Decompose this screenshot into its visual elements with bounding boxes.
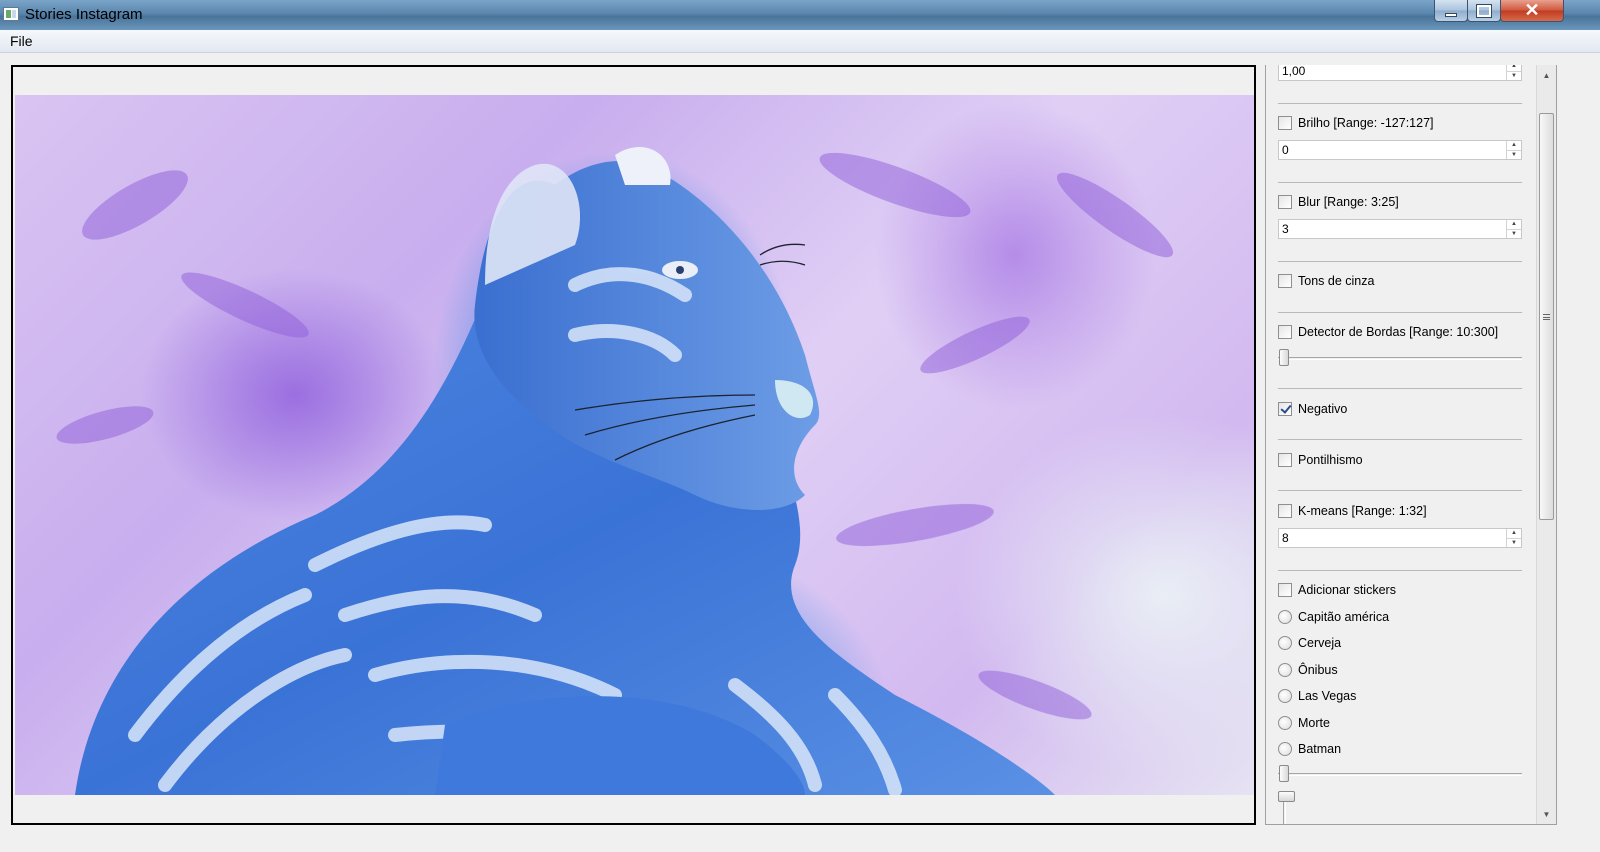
minimize-icon <box>1445 12 1457 17</box>
minimize-button[interactable] <box>1434 0 1468 22</box>
kmeans-spinbox-value: 8 <box>1282 531 1289 545</box>
kmeans-checkbox[interactable] <box>1278 504 1292 518</box>
slider-handle[interactable] <box>1279 349 1289 366</box>
divider <box>1278 439 1522 440</box>
menu-bar: File <box>0 30 1600 53</box>
image-preview-panel <box>11 65 1256 825</box>
vertical-scrollbar[interactable]: ▲ ▼ <box>1536 65 1556 824</box>
scroll-up-icon[interactable]: ▲ <box>1537 67 1556 84</box>
tons-de-cinza-checkbox[interactable] <box>1278 274 1292 288</box>
sticker-option-label: Batman <box>1298 742 1342 756</box>
bordas-slider[interactable] <box>1278 349 1522 367</box>
bordas-row: Detector de Bordas [Range: 10:300] <box>1278 323 1498 341</box>
pontilhismo-row: Pontilhismo <box>1278 451 1363 469</box>
sticker-radio-capitao[interactable]: Capitão américa <box>1278 608 1389 626</box>
stickers-checkbox[interactable] <box>1278 583 1292 597</box>
blur-spinbox-value: 3 <box>1282 222 1289 236</box>
radio-button[interactable] <box>1278 742 1292 756</box>
brilho-row: Brilho [Range: -127:127] <box>1278 114 1434 132</box>
spin-down-icon[interactable]: ▼ <box>1507 150 1521 159</box>
pontilhismo-checkbox[interactable] <box>1278 453 1292 467</box>
slider-track <box>1278 773 1522 776</box>
maximize-icon <box>1476 3 1492 18</box>
window-title: Stories Instagram <box>25 6 143 23</box>
app-icon <box>3 7 19 21</box>
brilho-spinbox[interactable]: 0 ▲ ▼ <box>1278 140 1522 160</box>
divider <box>1278 570 1522 571</box>
divider <box>1278 490 1522 491</box>
sticker-radio-morte[interactable]: Morte <box>1278 714 1330 732</box>
negativo-checkbox[interactable] <box>1278 402 1292 416</box>
sticker-option-label: Morte <box>1298 716 1330 730</box>
spin-up-icon[interactable]: ▲ <box>1507 220 1521 229</box>
blur-checkbox[interactable] <box>1278 195 1292 209</box>
scrollbar-thumb[interactable] <box>1539 113 1554 520</box>
spin-up-icon[interactable]: ▲ <box>1507 141 1521 150</box>
spin-down-icon[interactable]: ▼ <box>1507 71 1521 80</box>
top-spinbox[interactable]: 1,00 ▲ ▼ <box>1278 65 1522 81</box>
tons-de-cinza-label: Tons de cinza <box>1298 274 1375 288</box>
negativo-label: Negativo <box>1298 402 1348 416</box>
brilho-label: Brilho [Range: -127:127] <box>1298 116 1434 130</box>
radio-button[interactable] <box>1278 636 1292 650</box>
scroll-grip-icon <box>1543 313 1550 320</box>
slider-track <box>1278 357 1522 360</box>
radio-button[interactable] <box>1278 689 1292 703</box>
bordas-label: Detector de Bordas [Range: 10:300] <box>1298 325 1499 339</box>
maximize-button[interactable] <box>1467 0 1501 22</box>
blur-spinbox[interactable]: 3 ▲ ▼ <box>1278 219 1522 239</box>
kmeans-row: K-means [Range: 1:32] <box>1278 502 1427 520</box>
slider-handle[interactable] <box>1279 765 1289 782</box>
sticker-option-label: Las Vegas <box>1298 689 1357 703</box>
menu-file[interactable]: File <box>8 33 35 49</box>
stickers-label: Adicionar stickers <box>1298 583 1396 597</box>
filters-panel: 1,00 ▲ ▼ Brilho [Range: -127:127] 0 ▲ ▼ Bl… <box>1265 65 1557 825</box>
kmeans-label: K-means [Range: 1:32] <box>1298 504 1427 518</box>
divider <box>1278 182 1522 183</box>
sticker-option-label: Ônibus <box>1298 663 1338 677</box>
bordas-checkbox[interactable] <box>1278 325 1292 339</box>
sticker-y-slider-handle[interactable] <box>1278 791 1295 802</box>
sticker-option-label: Cerveja <box>1298 636 1342 650</box>
sticker-radio-onibus[interactable]: Ônibus <box>1278 661 1338 679</box>
spin-down-icon[interactable]: ▼ <box>1507 538 1521 547</box>
radio-button[interactable] <box>1278 610 1292 624</box>
tiger-photo-negative <box>15 95 1254 795</box>
blur-label: Blur [Range: 3:25] <box>1298 195 1399 209</box>
tons-row: Tons de cinza <box>1278 272 1374 290</box>
spin-down-icon[interactable]: ▼ <box>1507 229 1521 238</box>
kmeans-spinbox[interactable]: 8 ▲ ▼ <box>1278 528 1522 548</box>
radio-button[interactable] <box>1278 716 1292 730</box>
blur-row: Blur [Range: 3:25] <box>1278 193 1399 211</box>
divider <box>1278 261 1522 262</box>
sticker-radio-cerveja[interactable]: Cerveja <box>1278 634 1341 652</box>
sticker-x-slider[interactable] <box>1278 765 1522 783</box>
divider <box>1278 388 1522 389</box>
close-button[interactable]: ✕ <box>1500 0 1564 22</box>
brilho-spinbox-value: 0 <box>1282 143 1289 157</box>
pontilhismo-label: Pontilhismo <box>1298 453 1363 467</box>
divider <box>1278 312 1522 313</box>
scroll-down-icon[interactable]: ▼ <box>1537 806 1556 823</box>
sticker-radio-batman[interactable]: Batman <box>1278 740 1341 758</box>
sticker-option-label: Capitão américa <box>1298 610 1390 624</box>
stickers-row: Adicionar stickers <box>1278 581 1396 599</box>
spin-up-icon[interactable]: ▲ <box>1507 529 1521 538</box>
title-bar: Stories Instagram ✕ <box>0 0 1600 30</box>
brilho-checkbox[interactable] <box>1278 116 1292 130</box>
divider <box>1278 103 1522 104</box>
top-spinbox-value: 1,00 <box>1282 65 1306 78</box>
negativo-row: Negativo <box>1278 400 1347 418</box>
close-icon: ✕ <box>1524 0 1540 20</box>
radio-button[interactable] <box>1278 663 1292 677</box>
sticker-radio-las-vegas[interactable]: Las Vegas <box>1278 687 1356 705</box>
